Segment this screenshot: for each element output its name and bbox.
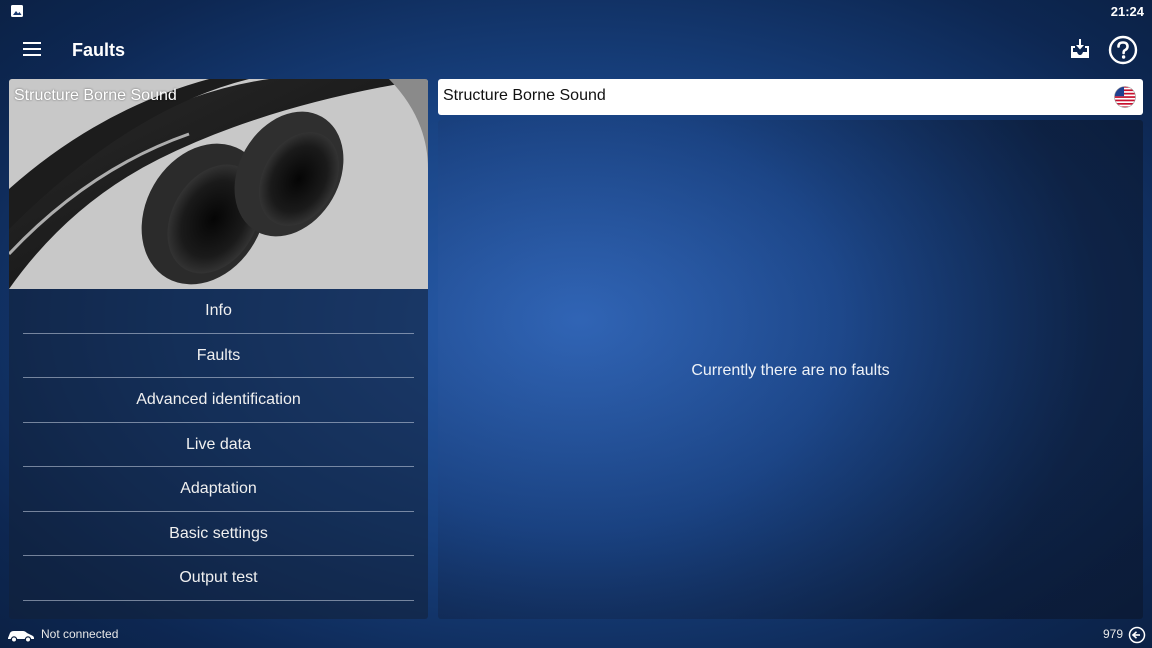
exhaust-pipes-image: Structure Borne Sound	[9, 79, 428, 289]
exit-icon[interactable]	[1128, 626, 1146, 644]
no-faults-message: Currently there are no faults	[691, 362, 890, 379]
module-panel: Structure Borne Sound Info Faults Advanc…	[9, 79, 428, 619]
download-inbox-icon[interactable]	[1068, 37, 1092, 61]
status-bar: 21:24	[0, 0, 1152, 24]
module-menu: Info Faults Advanced identification Live…	[23, 289, 414, 601]
us-flag-icon[interactable]	[1114, 86, 1136, 108]
ecu-name: Structure Borne Sound	[443, 87, 606, 104]
menu-item-adaptation[interactable]: Adaptation	[23, 467, 414, 512]
image-icon	[11, 5, 23, 17]
app-bar: Faults	[0, 24, 1152, 76]
counter-value: 979	[1102, 627, 1123, 641]
bottom-status-bar: Not connected 979	[0, 622, 1152, 648]
exhaust-pipes-illustration	[9, 79, 428, 289]
menu-item-info[interactable]: Info	[23, 289, 414, 334]
module-title: Structure Borne Sound	[14, 87, 177, 104]
menu-item-basic-settings[interactable]: Basic settings	[23, 512, 414, 556]
menu-item-advanced-identification[interactable]: Advanced identification	[23, 378, 414, 423]
hamburger-menu-icon[interactable]	[22, 41, 42, 57]
connection-status: Not connected	[41, 627, 119, 641]
menu-item-output-test[interactable]: Output test	[23, 556, 414, 601]
status-time: 21:24	[1110, 4, 1144, 19]
ecu-header: Structure Borne Sound	[438, 79, 1143, 115]
car-icon	[8, 631, 34, 643]
page-title: Faults	[72, 40, 126, 60]
help-icon[interactable]	[1108, 35, 1138, 65]
menu-item-faults[interactable]: Faults	[23, 334, 414, 378]
menu-item-live-data[interactable]: Live data	[23, 423, 414, 467]
faults-panel: Currently there are no faults	[438, 120, 1143, 619]
